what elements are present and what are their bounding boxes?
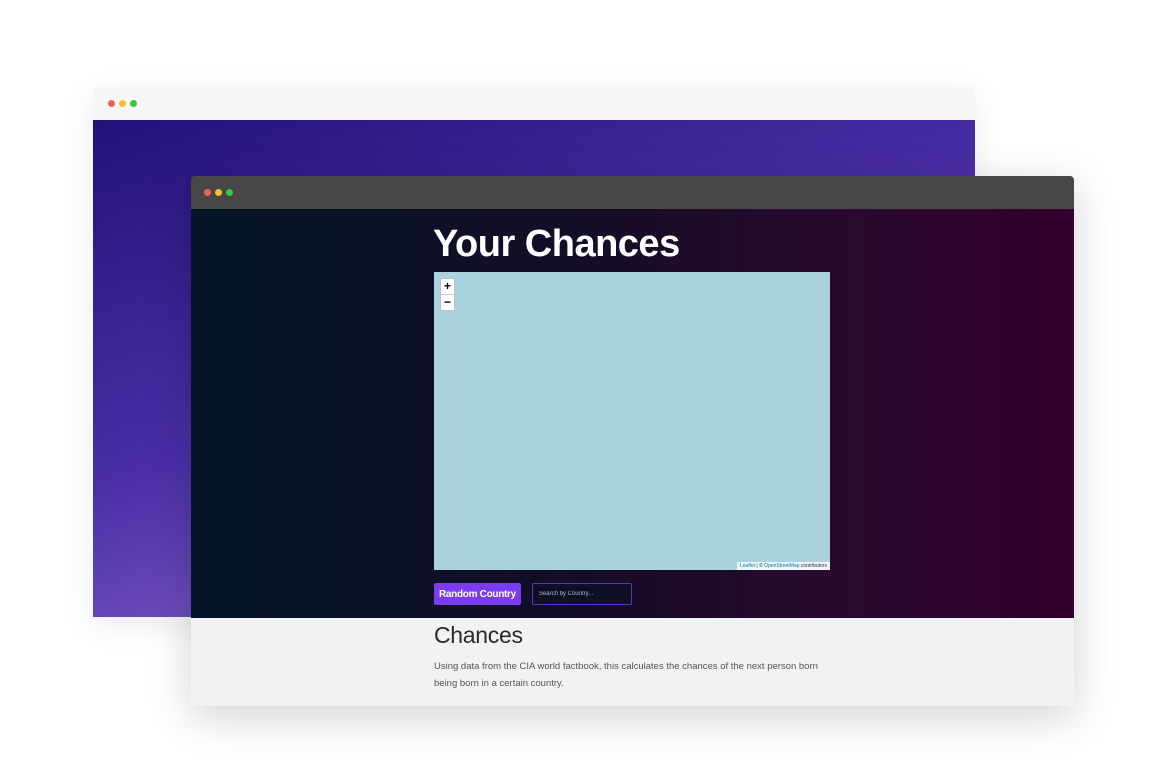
window-controls xyxy=(108,100,137,107)
attribution-separator: | © xyxy=(755,563,765,569)
foreground-window-titlebar xyxy=(191,176,1074,209)
zoom-control: + − xyxy=(440,278,455,311)
map-attribution: Leaflet | © OpenStreetMap contributors xyxy=(737,562,830,570)
close-dot-icon xyxy=(108,100,115,107)
hero-section: Your Chances + − Leaflet | © OpenStreetM… xyxy=(191,209,1074,618)
openstreetmap-link[interactable]: OpenStreetMap xyxy=(764,563,799,569)
page-title: Your Chances xyxy=(433,223,680,265)
zoom-out-button[interactable]: − xyxy=(441,295,454,310)
maximize-dot-icon xyxy=(130,100,137,107)
foreground-browser-window: Your Chances + − Leaflet | © OpenStreetM… xyxy=(191,176,1074,706)
country-search-input[interactable] xyxy=(531,583,632,605)
world-map[interactable]: + − Leaflet | © OpenStreetMap contributo… xyxy=(434,272,830,570)
minimize-dot-icon xyxy=(119,100,126,107)
minimize-dot-icon[interactable] xyxy=(215,189,222,196)
close-dot-icon[interactable] xyxy=(204,189,211,196)
map-controls: Random Country xyxy=(434,583,632,605)
chances-section: Chances Using data from the CIA world fa… xyxy=(191,618,1074,706)
leaflet-link[interactable]: Leaflet xyxy=(740,563,755,569)
window-controls xyxy=(204,189,233,196)
section-description: Using data from the CIA world factbook, … xyxy=(434,661,818,689)
maximize-dot-icon[interactable] xyxy=(226,189,233,196)
attribution-suffix: contributors xyxy=(799,563,827,569)
random-country-button[interactable]: Random Country xyxy=(434,583,521,605)
background-window-titlebar xyxy=(93,87,975,120)
section-title: Chances xyxy=(434,622,523,648)
zoom-in-button[interactable]: + xyxy=(441,279,454,295)
